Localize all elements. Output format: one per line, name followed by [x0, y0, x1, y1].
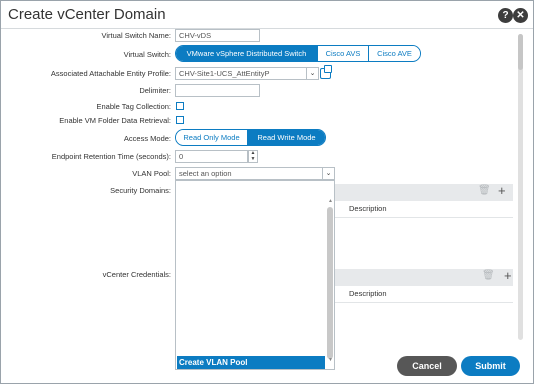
delimiter-label: Delimiter:	[139, 86, 171, 95]
vswitch-name-input[interactable]: CHV-vDS	[175, 29, 260, 42]
dialog-scrollbar[interactable]	[518, 34, 523, 340]
vlan-pool-dropdown-list: ▲ ▼ Create VLAN Pool	[175, 180, 335, 370]
vm-folder-checkbox[interactable]	[176, 116, 184, 124]
access-mode-read-write[interactable]: Read Write Mode	[248, 130, 325, 145]
dialog-title: Create vCenter Domain	[8, 6, 166, 23]
aaep-value: CHV-Site1-UCS_AttEntityP	[179, 69, 270, 78]
aaep-label: Associated Attachable Entity Profile:	[50, 69, 171, 78]
scroll-up-icon[interactable]: ▲	[328, 198, 333, 204]
create-vcenter-domain-dialog: Create vCenter Domain ? ✕ Virtual Switch…	[0, 0, 534, 384]
vcenter-credentials-label: vCenter Credentials:	[102, 270, 171, 279]
vcenter-credentials-col-description: Description	[349, 289, 387, 298]
tag-collection-checkbox[interactable]	[176, 102, 184, 110]
scroll-down-icon[interactable]: ▼	[328, 357, 333, 363]
security-domains-table: 🗑 + Description	[335, 183, 513, 218]
trash-icon[interactable]: 🗑	[478, 185, 491, 196]
vswitch-label: Virtual Switch:	[123, 50, 171, 59]
trash-icon[interactable]: 🗑	[482, 270, 495, 281]
vcenter-credentials-table: 🗑 + Description	[335, 268, 513, 303]
security-domains-toolbar: 🗑 +	[335, 183, 513, 201]
access-mode-toggle-group: Read Only Mode Read Write Mode	[175, 129, 326, 146]
retention-stepper[interactable]: ▲ ▼	[248, 150, 258, 163]
access-mode-read-only[interactable]: Read Only Mode	[176, 130, 248, 145]
header-divider	[1, 28, 533, 29]
vlan-pool-placeholder: select an option	[179, 169, 232, 178]
add-icon[interactable]: +	[504, 268, 512, 283]
vswitch-option-vds[interactable]: VMware vSphere Distributed Switch	[176, 46, 318, 61]
vlan-pool-label: VLAN Pool:	[132, 169, 171, 178]
close-icon[interactable]: ✕	[513, 8, 528, 23]
vm-folder-label: Enable VM Folder Data Retrieval:	[59, 116, 171, 125]
help-icon[interactable]: ?	[498, 8, 513, 23]
cancel-button[interactable]: Cancel	[397, 356, 457, 376]
vswitch-option-avs[interactable]: Cisco AVS	[318, 46, 369, 61]
delimiter-input[interactable]	[175, 84, 260, 97]
vswitch-name-label: Virtual Switch Name:	[101, 31, 171, 40]
security-domains-label: Security Domains:	[110, 186, 171, 195]
dropdown-scrollbar[interactable]	[327, 207, 333, 359]
security-domains-col-description: Description	[349, 204, 387, 213]
vlan-pool-select[interactable]: select an option ⌄	[175, 167, 335, 180]
vswitch-option-ave[interactable]: Cisco AVE	[369, 46, 420, 61]
create-vlan-pool-option[interactable]: Create VLAN Pool	[177, 356, 325, 369]
add-icon[interactable]: +	[498, 183, 506, 198]
dialog-scrollbar-thumb[interactable]	[518, 34, 523, 70]
chevron-down-icon[interactable]: ⌄	[322, 168, 334, 179]
open-link-icon[interactable]	[320, 65, 332, 79]
endpoint-retention-input[interactable]: 0	[175, 150, 248, 163]
access-mode-label: Access Mode:	[123, 134, 171, 143]
vswitch-toggle-group: VMware vSphere Distributed Switch Cisco …	[175, 45, 421, 62]
chevron-down-icon[interactable]: ⌄	[306, 68, 318, 79]
vcenter-credentials-toolbar: 🗑 +	[335, 268, 513, 286]
aaep-select[interactable]: CHV-Site1-UCS_AttEntityP ⌄	[175, 67, 319, 80]
submit-button[interactable]: Submit	[461, 356, 520, 376]
endpoint-retention-label: Endpoint Retention Time (seconds):	[51, 152, 171, 161]
tag-collection-label: Enable Tag Collection:	[96, 102, 172, 111]
